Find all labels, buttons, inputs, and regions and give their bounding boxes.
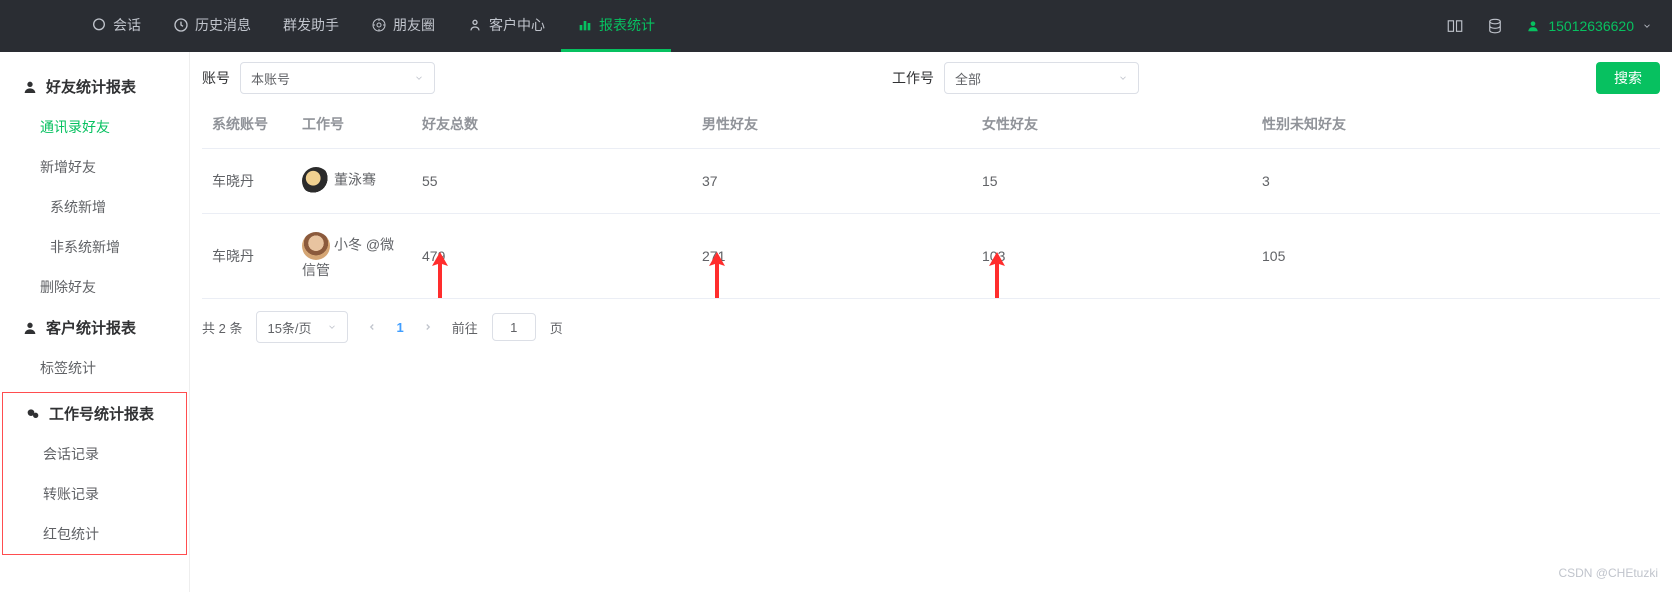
database-icon[interactable] bbox=[1486, 17, 1504, 35]
nav-label: 客户中心 bbox=[489, 15, 545, 35]
book-icon[interactable] bbox=[1446, 17, 1464, 35]
nav-customer[interactable]: 客户中心 bbox=[451, 0, 561, 52]
sidebar-item-nonsystem-new[interactable]: 非系统新增 bbox=[0, 227, 189, 267]
nav-moments[interactable]: 朋友圈 bbox=[355, 0, 451, 52]
person-icon bbox=[1526, 19, 1540, 33]
table-row: 车晓丹 董泳骞 55 37 15 3 bbox=[202, 149, 1660, 214]
wechat-icon bbox=[25, 406, 41, 422]
search-button[interactable]: 搜索 bbox=[1596, 62, 1660, 94]
nav-label: 群发助手 bbox=[283, 15, 339, 35]
select-work[interactable]: 全部 bbox=[944, 62, 1139, 94]
current-page[interactable]: 1 bbox=[396, 320, 403, 335]
data-table: 系统账号 工作号 好友总数 男性好友 女性好友 性别未知好友 车晓丹 董泳骞 5… bbox=[202, 100, 1660, 299]
table-row: 车晓丹 小冬 @微信管 479 271 103 105 bbox=[202, 214, 1660, 299]
compass-icon bbox=[371, 17, 387, 33]
col-total: 好友总数 bbox=[412, 100, 692, 149]
chevron-down-icon bbox=[1118, 73, 1128, 83]
goto-prefix: 前往 bbox=[452, 318, 478, 337]
nav-reports[interactable]: 报表统计 bbox=[561, 0, 671, 52]
pagination: 共 2 条 15条/页 1 前往 页 bbox=[202, 299, 1660, 355]
user-icon bbox=[22, 79, 38, 95]
goto-page-input[interactable] bbox=[492, 313, 536, 341]
nav-groupsend[interactable]: 群发助手 bbox=[267, 0, 355, 52]
sidebar: 好友统计报表 通讯录好友 新增好友 系统新增 非系统新增 删除好友 客户统计报表… bbox=[0, 52, 190, 592]
chevron-down-icon bbox=[1642, 21, 1652, 31]
prev-page[interactable] bbox=[362, 313, 382, 341]
user-phone: 15012636620 bbox=[1548, 18, 1634, 34]
col-work: 工作号 bbox=[292, 100, 412, 149]
sidebar-item-redpacket-stats[interactable]: 红包统计 bbox=[3, 514, 186, 554]
sidebar-item-tags[interactable]: 标签统计 bbox=[0, 348, 189, 388]
chart-icon bbox=[577, 17, 593, 33]
per-page-select[interactable]: 15条/页 bbox=[256, 311, 348, 343]
col-account: 系统账号 bbox=[202, 100, 292, 149]
watermark: CSDN @CHEtuzki bbox=[1558, 566, 1658, 580]
chevron-right-icon bbox=[423, 322, 433, 332]
col-unknown: 性别未知好友 bbox=[1252, 100, 1660, 149]
filter-label-account: 账号 bbox=[202, 68, 230, 88]
next-page[interactable] bbox=[418, 313, 438, 341]
sidebar-group-customers[interactable]: 客户统计报表 bbox=[0, 307, 189, 348]
nav-session[interactable]: 会话 bbox=[75, 0, 157, 52]
chevron-down-icon bbox=[327, 322, 337, 332]
sidebar-item-system-new[interactable]: 系统新增 bbox=[0, 187, 189, 227]
chevron-down-icon bbox=[414, 73, 424, 83]
col-female: 女性好友 bbox=[972, 100, 1252, 149]
select-account[interactable]: 本账号 bbox=[240, 62, 435, 94]
sidebar-item-new-friends[interactable]: 新增好友 bbox=[0, 147, 189, 187]
avatar bbox=[302, 167, 330, 195]
filter-label-work: 工作号 bbox=[892, 68, 934, 88]
goto-suffix: 页 bbox=[550, 318, 563, 337]
chat-icon bbox=[91, 17, 107, 33]
total-count: 共 2 条 bbox=[202, 318, 242, 337]
nav-label: 会话 bbox=[113, 15, 141, 35]
sidebar-group-friends[interactable]: 好友统计报表 bbox=[0, 66, 189, 107]
nav-history[interactable]: 历史消息 bbox=[157, 0, 267, 52]
user-icon bbox=[22, 320, 38, 336]
sidebar-item-session-records[interactable]: 会话记录 bbox=[3, 434, 186, 474]
sidebar-group-work[interactable]: 工作号统计报表 bbox=[3, 393, 186, 434]
sidebar-item-deleted-friends[interactable]: 删除好友 bbox=[0, 267, 189, 307]
user-icon bbox=[467, 17, 483, 33]
sidebar-item-contacts[interactable]: 通讯录好友 bbox=[0, 107, 189, 147]
clock-icon bbox=[173, 17, 189, 33]
nav-label: 朋友圈 bbox=[393, 15, 435, 35]
user-dropdown[interactable]: 15012636620 bbox=[1526, 18, 1652, 34]
col-male: 男性好友 bbox=[692, 100, 972, 149]
avatar bbox=[302, 232, 330, 260]
sidebar-item-transfer-records[interactable]: 转账记录 bbox=[3, 474, 186, 514]
chevron-left-icon bbox=[367, 322, 377, 332]
nav-label: 报表统计 bbox=[599, 15, 655, 35]
nav-label: 历史消息 bbox=[195, 15, 251, 35]
